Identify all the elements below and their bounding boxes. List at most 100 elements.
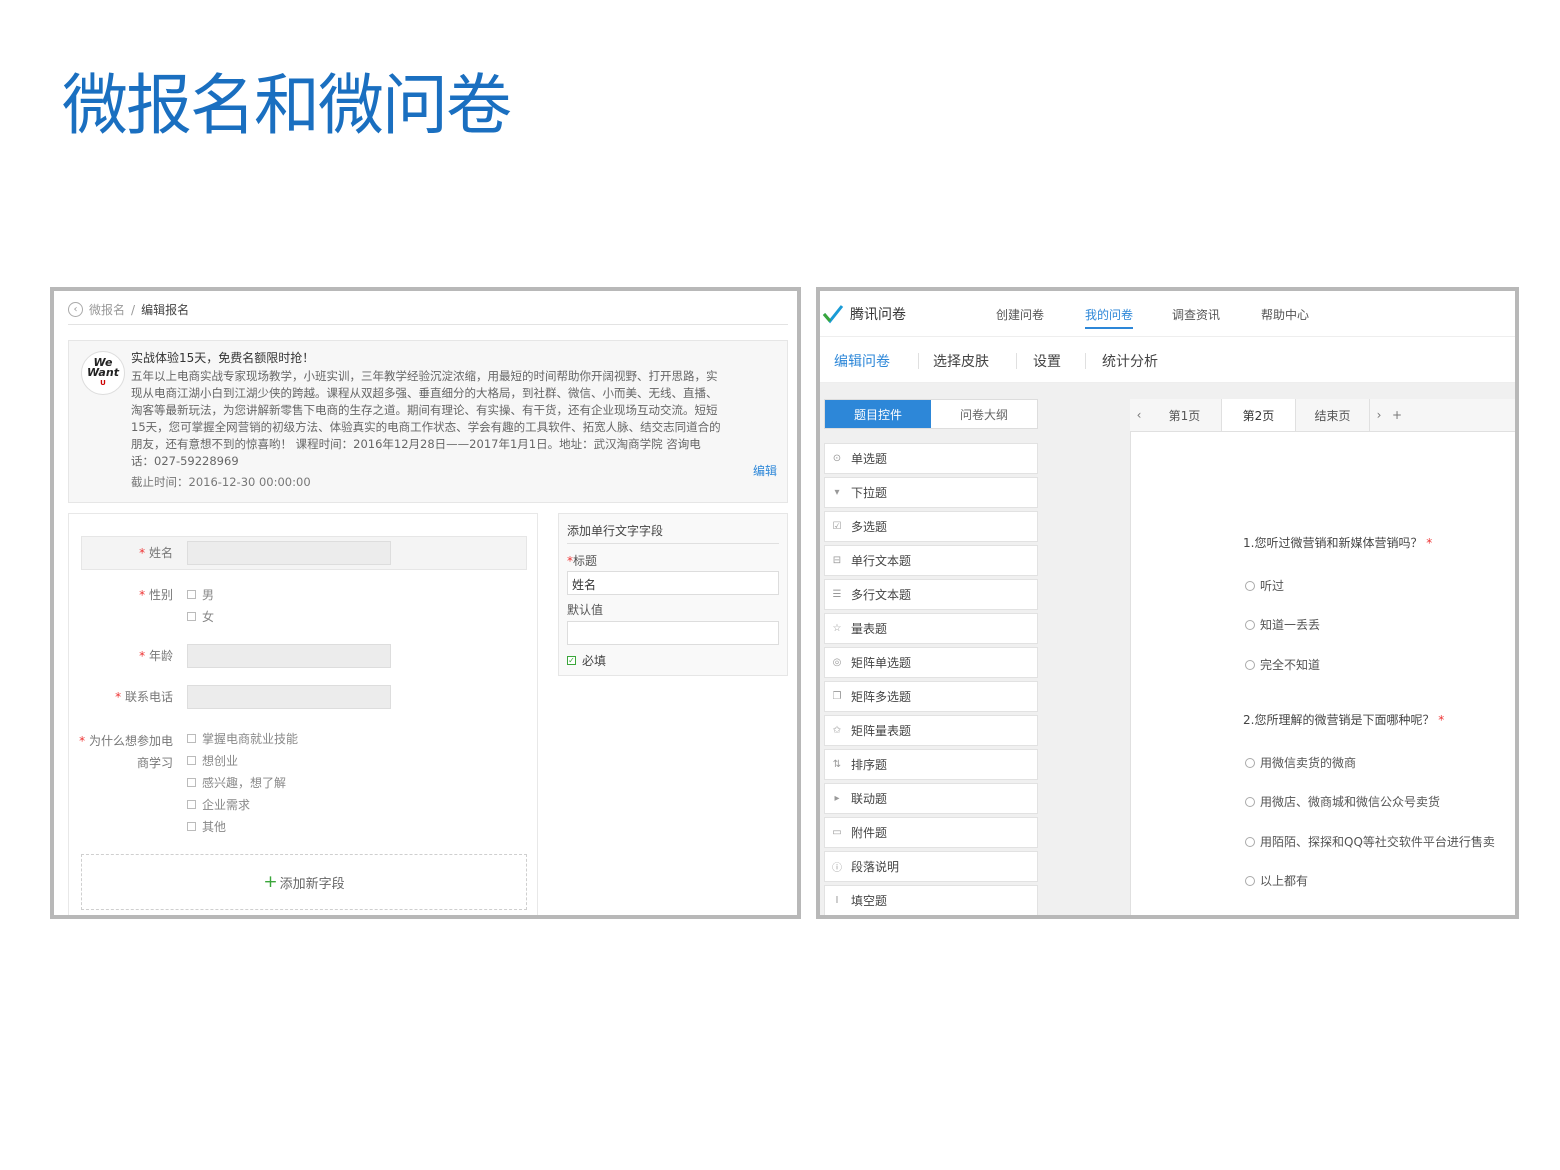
control-item-label: 下拉题 bbox=[851, 486, 888, 500]
event-description: 五年以上电商实战专家现场教学，小班实训，三年教学经验沉淀浓缩，用最短的时间帮助你… bbox=[131, 369, 721, 468]
tab-question-controls[interactable]: 题目控件 bbox=[825, 400, 931, 428]
nav-my-surveys[interactable]: 我的问卷 bbox=[1085, 306, 1134, 329]
next-page-arrow-icon[interactable]: › bbox=[1370, 399, 1388, 431]
nav-help-center[interactable]: 帮助中心 bbox=[1261, 306, 1309, 323]
check-icon[interactable]: ✓ bbox=[567, 656, 576, 665]
brand[interactable]: 腾讯问卷 bbox=[822, 303, 906, 325]
control-item-label: 量表题 bbox=[851, 622, 888, 636]
checkbox[interactable] bbox=[187, 822, 196, 831]
control-item[interactable]: ❐ 矩阵多选题 bbox=[824, 681, 1038, 712]
prev-page-arrow-icon[interactable]: ‹ bbox=[1130, 399, 1148, 431]
reason-option[interactable]: 其他 bbox=[187, 818, 226, 835]
gender-option-female[interactable]: 女 bbox=[187, 608, 214, 625]
name-label: * 姓名 bbox=[139, 546, 173, 560]
add-page-icon[interactable]: + bbox=[1388, 399, 1406, 431]
control-item-label: 联动题 bbox=[851, 792, 888, 806]
divider bbox=[567, 543, 779, 544]
gender-option-male[interactable]: 男 bbox=[187, 586, 214, 603]
event-info-box: We Want U 实战体验15天，免费名额限时抢！ 五年以上电商实战专家现场教… bbox=[68, 340, 788, 503]
multi-line-icon: ☰ bbox=[832, 589, 842, 600]
radio-button[interactable] bbox=[1245, 580, 1255, 591]
edit-event-link[interactable]: 编辑 bbox=[753, 462, 777, 479]
sort-icon: ⇅ bbox=[832, 759, 842, 770]
checkbox[interactable] bbox=[187, 612, 196, 621]
required-checkbox[interactable]: ✓ 必填 bbox=[567, 652, 606, 669]
control-item-label: 矩阵量表题 bbox=[851, 724, 912, 738]
control-item[interactable]: ☑ 多选题 bbox=[824, 511, 1038, 542]
logo-text-want: Want bbox=[87, 366, 119, 379]
control-item[interactable]: ▭ 附件题 bbox=[824, 817, 1038, 848]
radio-button[interactable] bbox=[1245, 659, 1255, 670]
nav-survey-news[interactable]: 调查资讯 bbox=[1172, 306, 1220, 323]
field-title-input[interactable]: 姓名 bbox=[567, 571, 779, 595]
control-item[interactable]: ▾ 下拉题 bbox=[824, 477, 1038, 508]
control-list: ⊙ 单选题 ▾ 下拉题 ☑ 多选题 ⊟ 单行文本题 ☰ 多行文本题 ☆ 量表题 ◎ 矩阵单选题 ❐ 矩阵多选题… bbox=[824, 443, 1038, 915]
radio-button[interactable] bbox=[1245, 796, 1255, 807]
control-item-label: 单行文本题 bbox=[851, 554, 912, 568]
control-item[interactable]: ⊙ 单选题 bbox=[824, 443, 1038, 474]
control-item[interactable]: I 填空题 bbox=[824, 885, 1038, 915]
checkbox[interactable] bbox=[187, 778, 196, 787]
radio-button[interactable] bbox=[1245, 757, 1255, 768]
question-1-option[interactable]: 知道一丢丢 bbox=[1245, 616, 1320, 633]
age-input[interactable] bbox=[187, 644, 391, 668]
question-1[interactable]: 1.您听过微营销和新媒体营销吗？ * bbox=[1243, 534, 1432, 551]
question-2-option[interactable]: 用微信卖货的微商 bbox=[1245, 754, 1356, 771]
control-item[interactable]: ◎ 矩阵单选题 bbox=[824, 647, 1038, 678]
control-item[interactable]: ▸ 联动题 bbox=[824, 783, 1038, 814]
breadcrumb: ‹ 微报名 / 编辑报名 bbox=[68, 301, 189, 318]
tab-page-2[interactable]: 第2页 bbox=[1222, 399, 1296, 431]
tab-choose-skin[interactable]: 选择皮肤 bbox=[933, 351, 989, 371]
reason-option[interactable]: 掌握电商就业技能 bbox=[187, 730, 298, 747]
sub-nav: 编辑问卷 选择皮肤 设置 统计分析 bbox=[820, 337, 1515, 383]
checkbox[interactable] bbox=[187, 734, 196, 743]
reason-option[interactable]: 想创业 bbox=[187, 752, 238, 769]
star-icon: ☆ bbox=[832, 623, 842, 634]
breadcrumb-parent[interactable]: 微报名 bbox=[89, 301, 125, 318]
control-item-label: 段落说明 bbox=[851, 860, 900, 874]
checkbox[interactable] bbox=[187, 756, 196, 765]
control-item-label: 单选题 bbox=[851, 452, 888, 466]
question-2-option[interactable]: 用微店、微商城和微信公众号卖货 bbox=[1245, 793, 1440, 810]
control-item[interactable]: ⊟ 单行文本题 bbox=[824, 545, 1038, 576]
phone-input[interactable] bbox=[187, 685, 391, 709]
add-field-button[interactable]: + 添加新字段 bbox=[81, 854, 527, 910]
control-item[interactable]: ☆ 量表题 bbox=[824, 613, 1038, 644]
checkbox[interactable] bbox=[187, 800, 196, 809]
name-input[interactable] bbox=[187, 541, 391, 565]
tab-end-page[interactable]: 结束页 bbox=[1296, 399, 1370, 431]
control-item-label: 填空题 bbox=[851, 894, 888, 908]
back-icon[interactable]: ‹ bbox=[68, 302, 83, 317]
field-settings-panel: 添加单行文字字段 *标题 姓名 默认值 ✓ 必填 bbox=[558, 513, 788, 676]
radio-button[interactable] bbox=[1245, 875, 1255, 886]
control-item-label: 排序题 bbox=[851, 758, 888, 772]
tab-page-1[interactable]: 第1页 bbox=[1148, 399, 1222, 431]
question-1-option[interactable]: 听过 bbox=[1245, 577, 1284, 594]
tab-statistics[interactable]: 统计分析 bbox=[1102, 351, 1158, 371]
default-value-input[interactable] bbox=[567, 621, 779, 645]
control-item[interactable]: ⓘ 段落说明 bbox=[824, 851, 1038, 882]
radio-button[interactable] bbox=[1245, 619, 1255, 630]
question-1-option[interactable]: 完全不知道 bbox=[1245, 656, 1320, 673]
divider bbox=[68, 324, 788, 325]
add-field-label: 添加新字段 bbox=[279, 876, 345, 892]
tab-edit-survey[interactable]: 编辑问卷 bbox=[834, 351, 890, 371]
checkbox[interactable] bbox=[187, 590, 196, 599]
control-item[interactable]: ☰ 多行文本题 bbox=[824, 579, 1038, 610]
tab-survey-outline[interactable]: 问卷大纲 bbox=[931, 400, 1037, 428]
question-2[interactable]: 2.您所理解的微营销是下面哪种呢？ * bbox=[1243, 711, 1444, 728]
control-item-label: 多选题 bbox=[851, 520, 888, 534]
control-item[interactable]: ⇅ 排序题 bbox=[824, 749, 1038, 780]
fill-blank-icon: I bbox=[835, 895, 839, 906]
control-item-label: 矩阵多选题 bbox=[851, 690, 912, 704]
question-2-option[interactable]: 用陌陌、探探和QQ等社交软件平台进行售卖 bbox=[1245, 833, 1495, 850]
phone-label: * 联系电话 bbox=[115, 690, 173, 704]
nav-create-survey[interactable]: 创建问卷 bbox=[996, 306, 1044, 323]
reason-option[interactable]: 企业需求 bbox=[187, 796, 250, 813]
dropdown-icon: ▾ bbox=[834, 487, 840, 498]
question-2-option[interactable]: 以上都有 bbox=[1245, 872, 1308, 889]
radio-button[interactable] bbox=[1245, 836, 1255, 847]
control-item[interactable]: ✩ 矩阵量表题 bbox=[824, 715, 1038, 746]
reason-option[interactable]: 感兴趣，想了解 bbox=[187, 774, 286, 791]
tab-settings[interactable]: 设置 bbox=[1033, 351, 1061, 371]
